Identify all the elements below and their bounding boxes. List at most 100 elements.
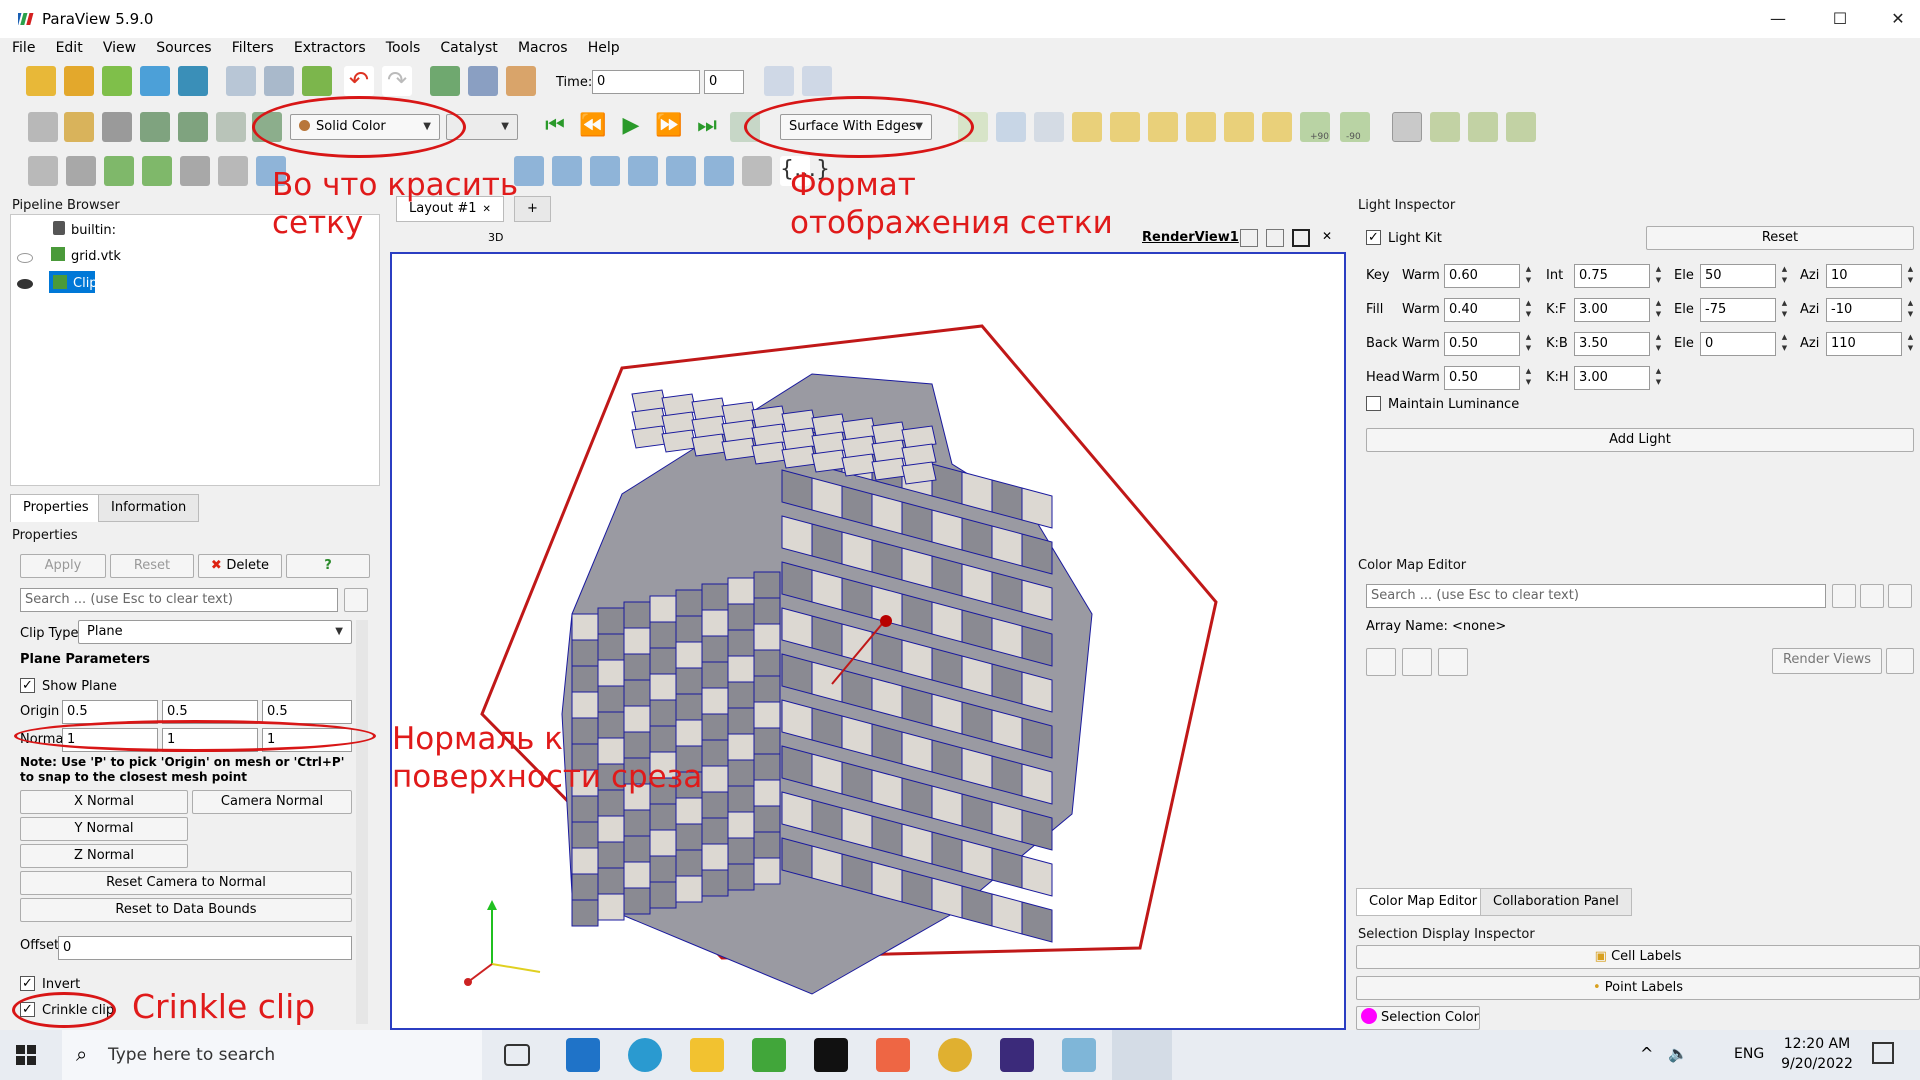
menu-edit[interactable]: Edit: [56, 40, 83, 56]
show-plane-checkbox[interactable]: ✓: [20, 678, 35, 693]
y-normal-button[interactable]: Y Normal: [20, 817, 188, 841]
qt-creator-icon[interactable]: [752, 1038, 786, 1072]
azi-input[interactable]: -10: [1826, 298, 1902, 322]
rescale-time-icon[interactable]: [216, 112, 246, 142]
selection-color-button[interactable]: Selection Color: [1356, 1006, 1480, 1030]
add-layout-button[interactable]: +: [514, 196, 551, 222]
chevron-up-icon[interactable]: ^: [1640, 1044, 1653, 1063]
ele-input[interactable]: -75: [1700, 298, 1776, 322]
tab-collaboration-panel[interactable]: Collaboration Panel: [1480, 888, 1632, 916]
menu-extractors[interactable]: Extractors: [294, 40, 366, 56]
azi-input[interactable]: 110: [1826, 332, 1902, 356]
windows-start-icon[interactable]: [16, 1045, 36, 1065]
spin-arrows-icon[interactable]: ▲ ▼: [1522, 366, 1535, 390]
capture-screenshot-icon[interactable]: [802, 66, 832, 96]
point-labels-button[interactable]: • Point Labels: [1356, 976, 1920, 1000]
tab-color-map-editor[interactable]: Color Map Editor: [1356, 888, 1491, 916]
save-state-icon[interactable]: [226, 66, 256, 96]
threshold-icon[interactable]: [180, 156, 210, 186]
menu-filters[interactable]: Filters: [232, 40, 274, 56]
group-datasets-icon[interactable]: [514, 156, 544, 186]
split-vertical-icon[interactable]: [1266, 229, 1284, 247]
origin-z-input[interactable]: 0.5: [262, 700, 352, 724]
spin-arrows-icon[interactable]: ▲ ▼: [1522, 264, 1535, 288]
properties-search-input[interactable]: Search ... (use Esc to clear text): [20, 588, 338, 612]
x-normal-button[interactable]: X Normal: [20, 790, 188, 814]
reset-camera-normal-button[interactable]: Reset Camera to Normal: [20, 871, 352, 895]
spin-arrows-icon[interactable]: ▲ ▼: [1778, 264, 1791, 288]
load-state-icon[interactable]: [264, 66, 294, 96]
clock-date[interactable]: 9/20/2022: [1776, 1056, 1858, 1072]
zoom-to-data-icon[interactable]: [764, 66, 794, 96]
close-button[interactable]: ✕: [1870, 0, 1920, 38]
maximize-view-icon[interactable]: [1292, 229, 1310, 247]
spin-arrows-icon[interactable]: ▲ ▼: [1652, 366, 1665, 390]
set-view-minus-y-icon[interactable]: [1186, 112, 1216, 142]
stream-tracer-icon[interactable]: [704, 156, 734, 186]
spin-arrows-icon[interactable]: ▲ ▼: [1522, 298, 1535, 322]
reset-button[interactable]: Reset: [110, 554, 194, 578]
reset-data-bounds-button[interactable]: Reset to Data Bounds: [20, 898, 352, 922]
maximize-button[interactable]: ☐: [1812, 0, 1868, 38]
recent-files-icon[interactable]: [64, 66, 94, 96]
add-light-button[interactable]: Add Light: [1366, 428, 1914, 452]
plot-over-line-icon[interactable]: [552, 156, 582, 186]
rescale-icon[interactable]: [102, 112, 132, 142]
save-preset-icon[interactable]: [1438, 648, 1468, 676]
menu-sources[interactable]: Sources: [156, 40, 211, 56]
paraview-taskbar-icon[interactable]: [1112, 1030, 1172, 1080]
set-view-plus-y-icon[interactable]: [1148, 112, 1178, 142]
menu-file[interactable]: File: [12, 40, 35, 56]
bucket-icon[interactable]: [28, 112, 58, 142]
help-button[interactable]: ?: [286, 554, 370, 578]
menu-tools[interactable]: Tools: [386, 40, 421, 56]
invert-checkbox[interactable]: ✓: [20, 976, 35, 991]
color-palette-icon[interactable]: [506, 66, 536, 96]
render-views-button[interactable]: Render Views: [1772, 648, 1882, 674]
open-file-icon[interactable]: [26, 66, 56, 96]
light-kit-checkbox[interactable]: ✓: [1366, 230, 1381, 245]
param-input[interactable]: 0.75: [1574, 264, 1650, 288]
colormap-search-input[interactable]: Search ... (use Esc to clear text): [1366, 584, 1826, 608]
warm-input[interactable]: 0.40: [1444, 298, 1520, 322]
cell-labels-button[interactable]: ▣ Cell Labels: [1356, 945, 1920, 969]
contour-icon[interactable]: [66, 156, 96, 186]
probe-icon[interactable]: [666, 156, 696, 186]
calculator-icon[interactable]: [28, 156, 58, 186]
refresh-icon[interactable]: [1366, 648, 1396, 676]
param-input[interactable]: 3.50: [1574, 332, 1650, 356]
rescale-custom-icon[interactable]: [140, 112, 170, 142]
ele-input[interactable]: 0: [1700, 332, 1776, 356]
azi-input[interactable]: 10: [1826, 264, 1902, 288]
interaction-mode-icon[interactable]: [1506, 112, 1536, 142]
minimize-button[interactable]: —: [1750, 0, 1806, 38]
pipeline-item-grid[interactable]: grid.vtk: [71, 249, 121, 264]
ele-input[interactable]: 50: [1700, 264, 1776, 288]
rescale-visible-icon[interactable]: [178, 112, 208, 142]
next-frame-icon[interactable]: ⏩: [654, 112, 684, 142]
set-view-plus-z-icon[interactable]: [1224, 112, 1254, 142]
language-indicator[interactable]: ENG: [1734, 1046, 1764, 1062]
notifications-icon[interactable]: [1872, 1042, 1894, 1064]
plot-data-icon[interactable]: [590, 156, 620, 186]
slice-icon[interactable]: [142, 156, 172, 186]
set-view-plus-x-icon[interactable]: [1072, 112, 1102, 142]
zoom-to-box-icon[interactable]: [1034, 112, 1064, 142]
light-reset-button[interactable]: Reset: [1646, 226, 1914, 250]
offset-input[interactable]: 0: [58, 936, 352, 960]
clip-type-select[interactable]: Plane ▼: [78, 620, 352, 644]
colorbar-icon[interactable]: [64, 112, 94, 142]
disconnect-icon[interactable]: [178, 66, 208, 96]
properties-scrollbar[interactable]: [356, 620, 368, 1024]
store-icon[interactable]: [876, 1038, 910, 1072]
wsl-icon[interactable]: [1062, 1038, 1096, 1072]
task-view-icon[interactable]: [504, 1044, 530, 1066]
spin-arrows-icon[interactable]: ▲ ▼: [1652, 298, 1665, 322]
save-data-icon[interactable]: [102, 66, 132, 96]
auto-update-icon[interactable]: [1886, 648, 1914, 674]
find-data-icon[interactable]: [430, 66, 460, 96]
reset-camera-closest-icon[interactable]: [996, 112, 1026, 142]
eye-hidden-icon[interactable]: [17, 253, 33, 263]
extract-subset-icon[interactable]: [218, 156, 248, 186]
close-view-icon[interactable]: ✕: [1318, 229, 1336, 247]
